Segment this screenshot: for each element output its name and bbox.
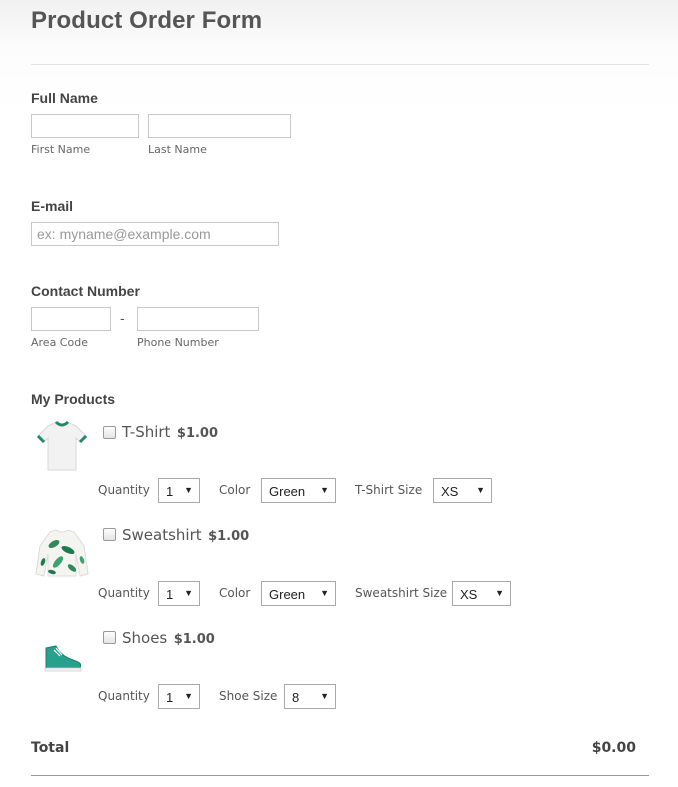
tshirt-price: $1.00 bbox=[176, 426, 219, 441]
email-input[interactable]: ex: myname@example.com bbox=[31, 222, 279, 246]
chevron-down-icon: ▼ bbox=[476, 485, 485, 495]
chevron-down-icon: ▼ bbox=[320, 588, 329, 598]
chevron-down-icon: ▼ bbox=[320, 691, 329, 701]
header-divider bbox=[31, 64, 649, 65]
shoes-title: Shoes $1.00 bbox=[122, 629, 215, 648]
tshirt-image bbox=[34, 418, 90, 474]
tshirt-size-label: T-Shirt Size bbox=[355, 483, 423, 497]
tshirt-checkbox[interactable] bbox=[103, 426, 116, 439]
chevron-down-icon: ▼ bbox=[184, 691, 193, 701]
sweatshirt-checkbox[interactable] bbox=[103, 528, 116, 541]
tshirt-size-select[interactable]: XS ▼ bbox=[433, 478, 492, 503]
first-name-sublabel: First Name bbox=[31, 143, 91, 156]
sweatshirt-size-select[interactable]: XS ▼ bbox=[452, 581, 511, 606]
total-label: Total bbox=[31, 740, 70, 756]
email-label: E-mail bbox=[31, 198, 74, 214]
phone-separator: - bbox=[120, 310, 125, 326]
email-placeholder: ex: myname@example.com bbox=[37, 226, 211, 242]
shoes-name: Shoes bbox=[122, 629, 168, 647]
first-name-input[interactable] bbox=[31, 114, 139, 138]
total-divider bbox=[31, 775, 649, 776]
my-products-label: My Products bbox=[31, 391, 116, 407]
total-value: $0.00 bbox=[591, 740, 636, 756]
sweatshirt-quantity-select[interactable]: 1 ▼ bbox=[158, 581, 200, 606]
sweatshirt-color-label: Color bbox=[219, 586, 251, 600]
area-code-sublabel: Area Code bbox=[31, 336, 88, 349]
last-name-input[interactable] bbox=[148, 114, 291, 138]
sweatshirt-name: Sweatshirt bbox=[122, 526, 202, 544]
shoe-image bbox=[34, 628, 90, 684]
sweatshirt-price: $1.00 bbox=[208, 529, 250, 544]
chevron-down-icon: ▼ bbox=[320, 485, 329, 495]
tshirt-color-select[interactable]: Green ▼ bbox=[261, 478, 336, 503]
area-code-input[interactable] bbox=[31, 307, 111, 331]
tshirt-title: T-Shirt $1.00 bbox=[122, 423, 218, 442]
phone-number-sublabel: Phone Number bbox=[137, 336, 219, 349]
sweatshirt-quantity-label: Quantity bbox=[98, 586, 150, 600]
chevron-down-icon: ▼ bbox=[495, 588, 504, 598]
sweatshirt-color-select[interactable]: Green ▼ bbox=[261, 581, 336, 606]
sweatshirt-title: Sweatshirt $1.00 bbox=[122, 526, 249, 545]
phone-number-input[interactable] bbox=[137, 307, 259, 331]
shoe-size-label: Shoe Size bbox=[219, 689, 278, 703]
shoes-quantity-select[interactable]: 1 ▼ bbox=[158, 684, 200, 709]
form-title: Product Order Form bbox=[31, 7, 263, 34]
shoe-size-select[interactable]: 8 ▼ bbox=[284, 684, 336, 709]
tshirt-name: T-Shirt bbox=[122, 423, 171, 441]
tshirt-quantity-select[interactable]: 1 ▼ bbox=[158, 478, 200, 503]
chevron-down-icon: ▼ bbox=[184, 588, 193, 598]
chevron-down-icon: ▼ bbox=[184, 485, 193, 495]
full-name-label: Full Name bbox=[31, 90, 98, 106]
sweatshirt-image bbox=[34, 526, 90, 582]
shoes-quantity-label: Quantity bbox=[98, 689, 150, 703]
shoes-price: $1.00 bbox=[173, 632, 215, 647]
last-name-sublabel: Last Name bbox=[148, 143, 207, 156]
tshirt-color-label: Color bbox=[219, 483, 251, 497]
tshirt-quantity-label: Quantity bbox=[98, 483, 150, 497]
shoes-checkbox[interactable] bbox=[103, 631, 116, 644]
sweatshirt-size-label: Sweatshirt Size bbox=[355, 586, 448, 600]
contact-number-label: Contact Number bbox=[31, 283, 140, 299]
